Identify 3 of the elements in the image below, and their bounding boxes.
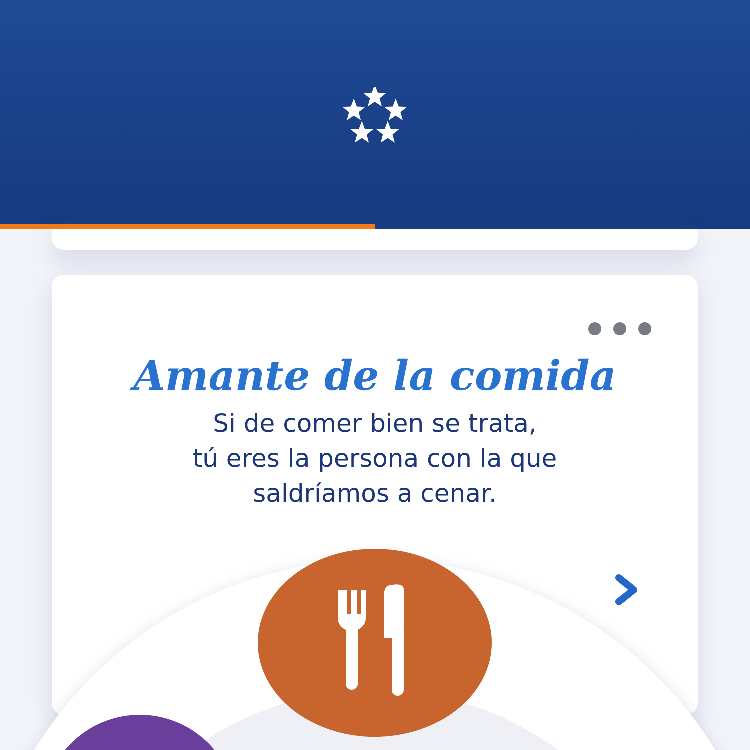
more-icon[interactable]	[588, 322, 652, 336]
chevron-right-icon[interactable]	[614, 573, 640, 607]
card-description: Si de comer bien se trata, tú eres la persona con la que saldríamos a cenar.	[192, 408, 558, 510]
